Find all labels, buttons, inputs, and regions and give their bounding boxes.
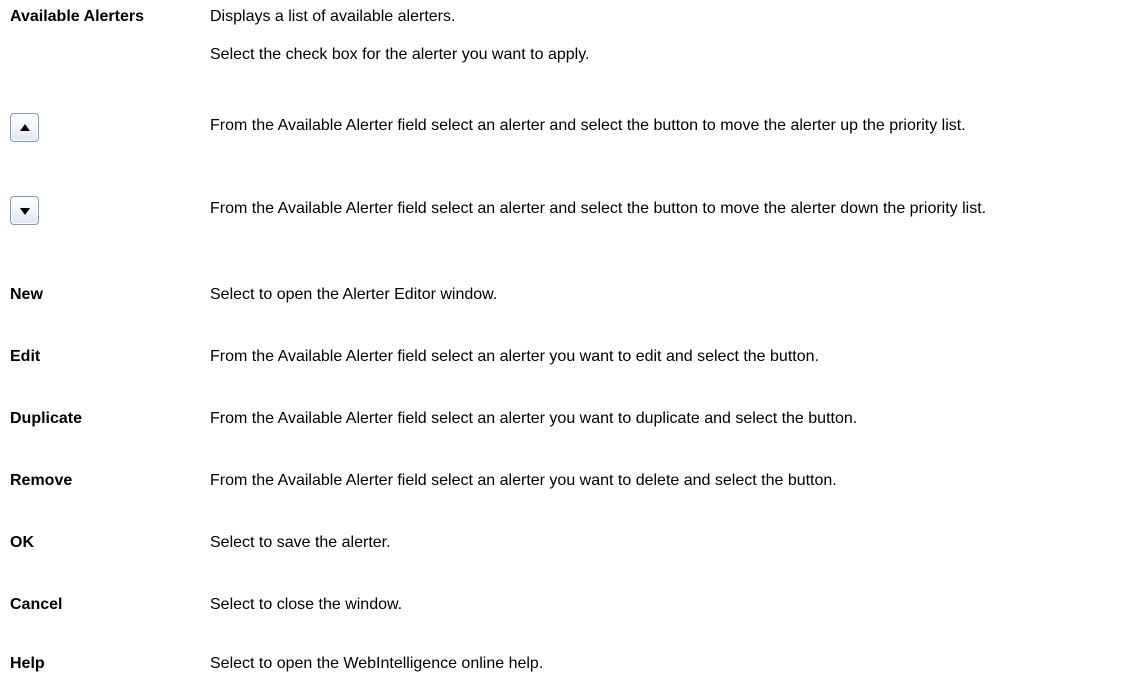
desc-available-alerters: Displays a list of available alerters. S… [210, 7, 1110, 65]
arrow-down-icon [20, 208, 30, 215]
desc-help: Select to open the WebIntelligence onlin… [210, 655, 544, 672]
arrow-up-icon [20, 124, 30, 131]
term-new: New [10, 286, 43, 303]
term-ok: OK [10, 534, 34, 551]
term-remove: Remove [10, 472, 73, 489]
desc-move-up: From the Available Alerter field select … [210, 117, 966, 134]
term-available-alerters: Available Alerters [10, 8, 144, 25]
desc-ok: Select to save the alerter. [210, 534, 391, 551]
term-cancel: Cancel [10, 596, 63, 613]
desc-duplicate: From the Available Alerter field select … [210, 410, 858, 427]
desc-cancel: Select to close the window. [210, 596, 403, 613]
desc-edit: From the Available Alerter field select … [210, 348, 819, 365]
desc-remove: From the Available Alerter field select … [210, 472, 837, 489]
desc-available-alerters-line-2: Select the check box for the alerter you… [210, 46, 590, 63]
move-up-button[interactable] [10, 113, 39, 142]
term-duplicate: Duplicate [10, 410, 83, 427]
desc-move-down: From the Available Alerter field select … [210, 200, 987, 217]
move-down-button[interactable] [10, 196, 39, 225]
desc-new: Select to open the Alerter Editor window… [210, 286, 498, 303]
term-help: Help [10, 655, 45, 672]
term-edit: Edit [10, 348, 41, 365]
desc-available-alerters-line-1: Displays a list of available alerters. [210, 8, 456, 25]
